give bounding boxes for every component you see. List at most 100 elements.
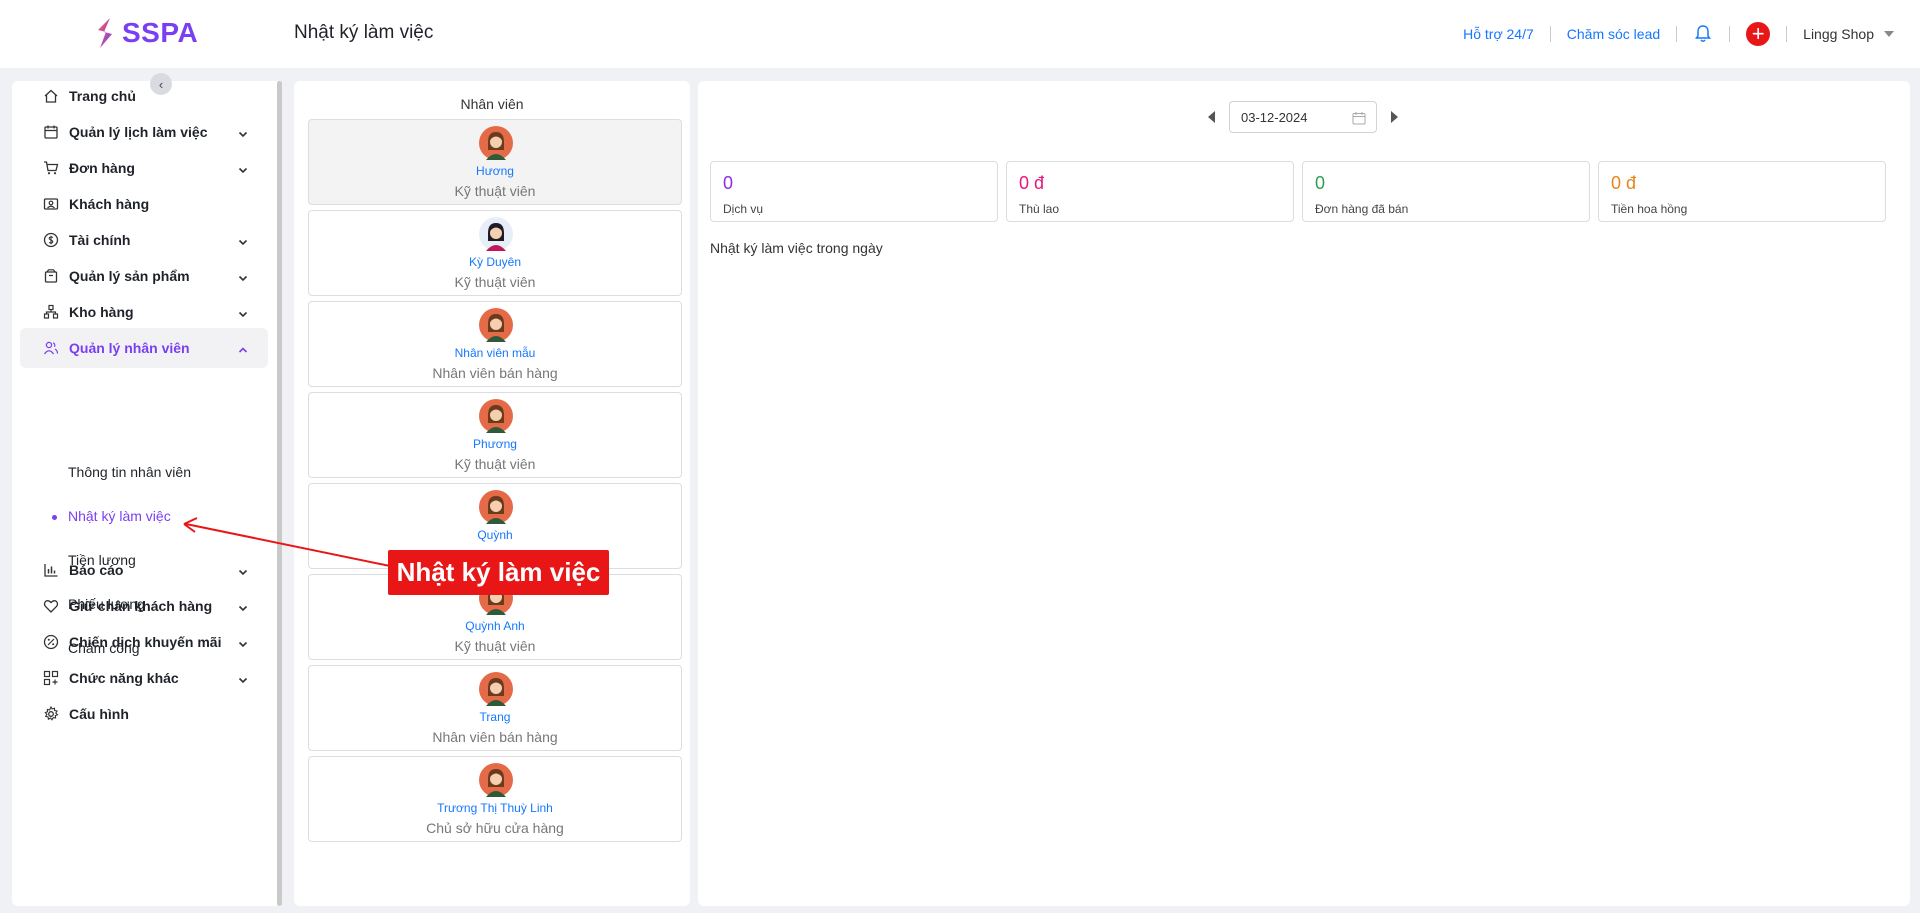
employee-role: Nhân viên bán hàng xyxy=(432,729,558,745)
chevron-down-icon[interactable] xyxy=(238,564,248,576)
sidebar-item-6[interactable]: Quản lý sản phẩm xyxy=(20,256,268,296)
sidebar-item-4[interactable]: Khách hàng xyxy=(20,184,268,224)
date-navigator: 03-12-2024 xyxy=(1208,101,1398,133)
percent-icon xyxy=(43,634,59,650)
employee-card[interactable]: Phương Kỹ thuật viên xyxy=(308,392,682,478)
stat-card: 0 đ Tiền hoa hồng xyxy=(1598,161,1886,222)
stat-value: 0 đ xyxy=(1019,173,1045,193)
sidebar-subitem-3[interactable]: Tiền lương xyxy=(68,552,136,568)
calendar-icon xyxy=(1352,112,1366,125)
sidebar-subitem-4[interactable]: Phiếu lương xyxy=(68,596,145,612)
employee-card[interactable]: Trương Thị Thuỳ Linh Chủ sở hữu cửa hàng xyxy=(308,756,682,842)
employee-card[interactable]: Kỳ Duyên Kỹ thuật viên xyxy=(308,210,682,296)
sidebar-item-13[interactable]: Cấu hình xyxy=(20,694,268,734)
sidebar-subitem-1[interactable]: Thông tin nhân viên xyxy=(68,464,191,480)
logo-mark-icon xyxy=(98,18,112,48)
sidebar-item-3[interactable]: Đơn hàng xyxy=(20,148,268,188)
plus-icon: + xyxy=(1751,21,1765,46)
prev-date-icon[interactable] xyxy=(1208,111,1215,123)
chevron-down-icon[interactable] xyxy=(238,636,248,648)
sidebar-item-label: Tài chính xyxy=(69,232,131,248)
user-menu[interactable]: Lingg Shop xyxy=(1803,26,1874,42)
apps-icon xyxy=(43,670,59,686)
chevron-down-icon[interactable] xyxy=(238,234,248,246)
employee-name: Trang xyxy=(479,710,511,724)
sidebar-item-label: Cấu hình xyxy=(69,706,129,722)
avatar xyxy=(479,490,513,524)
stat-card: 0 Đơn hàng đã bán xyxy=(1302,161,1590,222)
sidebar-item-label: Đơn hàng xyxy=(69,160,135,176)
sidebar-subitem-2[interactable]: Nhật ký làm việc xyxy=(68,508,171,524)
chevron-down-icon[interactable] xyxy=(1884,31,1894,37)
divider xyxy=(1676,26,1678,42)
support-link[interactable]: Hỗ trợ 24/7 xyxy=(1463,26,1534,42)
page-title: Nhật ký làm việc xyxy=(294,22,434,43)
divider xyxy=(1786,26,1788,42)
sidebar-scrollbar[interactable] xyxy=(277,81,282,906)
sidebar-item-label: Quản lý sản phẩm xyxy=(69,268,190,284)
lead-care-link[interactable]: Chăm sóc lead xyxy=(1567,26,1660,42)
main-content: 03-12-2024 0 Dịch vụ 0 đ Thù lao 0 Đơn hàng đ… xyxy=(698,81,1910,906)
chevron-down-icon[interactable] xyxy=(238,162,248,174)
sidebar-item-8[interactable]: Quản lý nhân viên xyxy=(20,328,268,368)
sidebar-item-label: Quản lý lịch làm việc xyxy=(69,124,208,140)
employee-name: Nhân viên mẫu xyxy=(454,346,536,360)
bell-icon[interactable] xyxy=(1693,24,1713,44)
employee-card[interactable]: Hương Kỹ thuật viên xyxy=(308,119,682,205)
sidebar-item-7[interactable]: Kho hàng xyxy=(20,292,268,332)
divider xyxy=(1729,26,1731,42)
sidebar-item-label: Trang chủ xyxy=(69,88,136,104)
date-value: 03-12-2024 xyxy=(1241,109,1308,125)
logo[interactable]: SSPA xyxy=(94,16,198,50)
add-button[interactable]: + xyxy=(1746,21,1771,46)
chevron-up-icon[interactable] xyxy=(238,342,248,353)
sidebar-item-2[interactable]: Quản lý lịch làm việc xyxy=(20,112,268,152)
sidebar-item-9[interactable]: Báo cáo xyxy=(20,550,268,590)
daily-diary-title: Nhật ký làm việc trong ngày xyxy=(710,240,883,256)
employee-name: Hương xyxy=(476,164,514,178)
chevron-down-icon[interactable] xyxy=(238,126,248,138)
chevron-down-icon[interactable] xyxy=(238,600,248,612)
employee-role: Kỹ thuật viên xyxy=(454,274,536,290)
sidebar-item-1[interactable]: Trang chủ xyxy=(20,76,268,116)
heart-icon xyxy=(43,598,59,614)
calendar-icon xyxy=(43,124,59,140)
chevron-down-icon[interactable] xyxy=(238,672,248,684)
chevron-down-icon[interactable] xyxy=(238,270,248,282)
users-icon xyxy=(43,340,59,356)
sidebar-item-label: Quản lý nhân viên xyxy=(69,340,190,356)
gear-icon xyxy=(43,706,59,722)
employee-card[interactable]: Nhân viên mẫu Nhân viên bán hàng xyxy=(308,301,682,387)
sidebar-item-label: Chức năng khác xyxy=(69,670,179,686)
employee-role: Kỹ thuật viên xyxy=(454,638,536,654)
sidebar-item-5[interactable]: Tài chính xyxy=(20,220,268,260)
sidebar-item-12[interactable]: Chức năng khác xyxy=(20,658,268,698)
avatar xyxy=(479,763,513,797)
stat-card: 0 Dịch vụ xyxy=(710,161,998,222)
top-bar: SSPA Nhật ký làm việc Hỗ trợ 24/7 Chăm s… xyxy=(0,0,1920,68)
stat-card: 0 đ Thù lao xyxy=(1006,161,1294,222)
chevron-down-icon[interactable] xyxy=(238,306,248,318)
employee-name: Quỳnh Anh xyxy=(465,619,525,633)
warehouse-icon xyxy=(43,304,59,320)
stat-value: 0 xyxy=(1315,173,1326,193)
box-icon xyxy=(43,268,59,284)
dollar-circle-icon xyxy=(43,232,59,248)
sidebar-item-11[interactable]: Chiến dịch khuyến mãi xyxy=(20,622,268,662)
contact-card-icon xyxy=(43,196,59,212)
cart-icon xyxy=(43,160,59,176)
bar-chart-icon xyxy=(43,562,59,578)
stat-label: Tiền hoa hồng xyxy=(1611,202,1688,216)
stat-value: 0 xyxy=(723,173,734,193)
sidebar-item-label: Khách hàng xyxy=(69,196,150,212)
employee-role: Kỹ thuật viên xyxy=(454,183,536,199)
employee-card[interactable]: Trang Nhân viên bán hàng xyxy=(308,665,682,751)
avatar xyxy=(479,399,513,433)
top-right-actions: Hỗ trợ 24/7 Chăm sóc lead + Lingg Shop xyxy=(1463,0,1894,68)
employee-name: Trương Thị Thuỳ Linh xyxy=(437,801,553,815)
date-picker-input[interactable]: 03-12-2024 xyxy=(1229,101,1377,133)
avatar xyxy=(479,217,513,251)
employee-name: Quỳnh xyxy=(477,528,513,542)
next-date-icon[interactable] xyxy=(1391,111,1398,123)
sidebar-subitem-5[interactable]: Chấm công xyxy=(68,640,140,656)
